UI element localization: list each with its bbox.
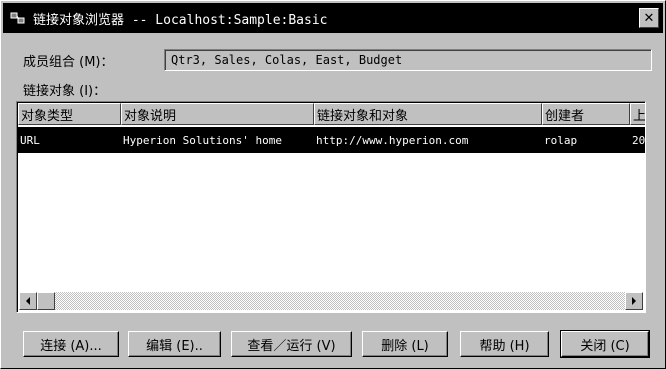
scroll-left-icon[interactable] bbox=[19, 292, 37, 310]
app-icon bbox=[9, 9, 27, 27]
delete-button[interactable]: 删除 (L) bbox=[362, 331, 448, 357]
linked-object-browser-window: 链接对象浏览器 -- Localhost:Sample:Basic ✕ 成员组合… bbox=[0, 0, 666, 369]
linked-objects-list[interactable]: 对象类型 对象说明 链接对象和对象 创建者 上 URL Hyperion Sol… bbox=[16, 101, 646, 313]
cell-creator: rolap bbox=[544, 133, 578, 147]
connect-button[interactable]: 连接 (A)... bbox=[23, 331, 119, 357]
edit-button[interactable]: 编辑 (E).. bbox=[128, 331, 221, 357]
member-combination-label: 成员组合 (M)： bbox=[23, 55, 114, 70]
close-button[interactable]: 关闭 (C) bbox=[560, 330, 650, 358]
table-row[interactable]: URL Hyperion Solutions' home http://www.… bbox=[18, 127, 646, 153]
linked-objects-label: 链接对象 (I)： bbox=[23, 84, 107, 99]
scroll-thumb[interactable] bbox=[37, 292, 55, 310]
column-header-linked-object[interactable]: 链接对象和对象 bbox=[314, 103, 542, 125]
list-header: 对象类型 对象说明 链接对象和对象 创建者 上 bbox=[18, 103, 645, 125]
column-header-object-description[interactable]: 对象说明 bbox=[121, 103, 314, 125]
help-button[interactable]: 帮助 (H) bbox=[460, 331, 549, 357]
title-bar[interactable]: 链接对象浏览器 -- Localhost:Sample:Basic ✕ bbox=[3, 3, 663, 33]
close-icon[interactable]: ✕ bbox=[639, 8, 659, 28]
horizontal-scrollbar[interactable] bbox=[19, 292, 643, 310]
scroll-right-icon[interactable] bbox=[625, 292, 643, 310]
column-header-creator[interactable]: 创建者 bbox=[542, 103, 630, 125]
cell-linked-object: http://www.hyperion.com bbox=[316, 133, 469, 147]
member-combination-field: Qtr3, Sales, Colas, East, Budget bbox=[164, 49, 652, 71]
view-run-button[interactable]: 查看／运行 (V) bbox=[231, 331, 352, 357]
window-title: 链接对象浏览器 -- Localhost:Sample:Basic bbox=[33, 12, 328, 28]
cell-modified: 20 bbox=[632, 133, 646, 147]
cell-object-type: URL bbox=[20, 133, 40, 147]
column-header-object-type[interactable]: 对象类型 bbox=[18, 103, 121, 125]
cell-object-description: Hyperion Solutions' home bbox=[123, 133, 282, 147]
scroll-track[interactable] bbox=[55, 292, 625, 310]
column-header-modified[interactable]: 上 bbox=[630, 103, 645, 125]
